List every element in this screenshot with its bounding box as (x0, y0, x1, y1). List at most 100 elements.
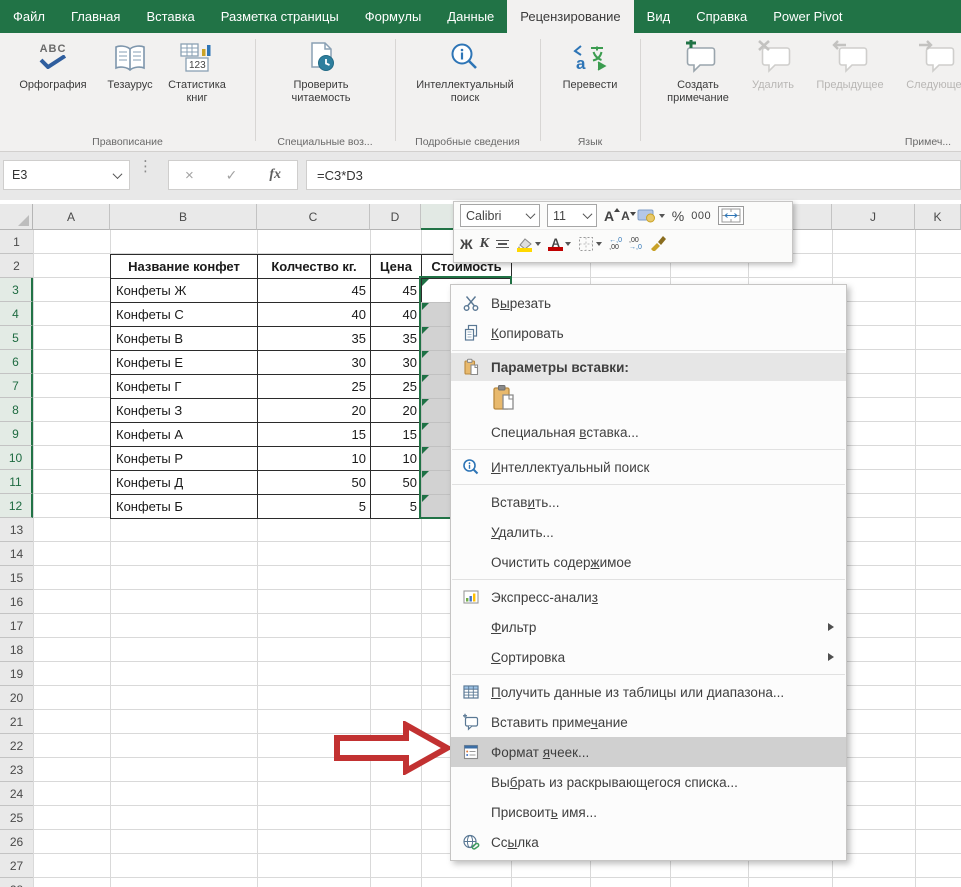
tab-home[interactable]: Главная (58, 0, 133, 33)
menu-item-define-name[interactable]: Присвоить имя... (451, 797, 846, 827)
italic-button[interactable]: К (480, 236, 490, 252)
table-cell[interactable]: 35 (371, 327, 422, 351)
table-cell[interactable]: 50 (371, 471, 422, 495)
column-header-D[interactable]: D (370, 204, 421, 230)
table-cell[interactable]: 40 (258, 303, 371, 327)
menu-item-link[interactable]: Ссылка (451, 827, 846, 857)
row-header-28[interactable]: 28 (0, 878, 33, 887)
tab-formulas[interactable]: Формулы (352, 0, 435, 33)
tab-file[interactable]: Файл (0, 0, 58, 33)
menu-item-format-cells[interactable]: Формат ячеек... (451, 737, 846, 767)
row-header-2[interactable]: 2 (0, 254, 33, 278)
menu-item-filter[interactable]: Фильтр (451, 612, 846, 642)
menu-item-delete[interactable]: Удалить... (451, 517, 846, 547)
table-cell[interactable]: 30 (371, 351, 422, 375)
percent-style-button[interactable]: % (672, 208, 684, 224)
table-cell[interactable]: Конфеты Д (111, 471, 258, 495)
table-cell[interactable]: 45 (371, 279, 422, 303)
tab-power-pivot[interactable]: Power Pivot (760, 0, 855, 33)
row-header-15[interactable]: 15 (0, 566, 33, 590)
select-all-corner[interactable] (0, 204, 33, 230)
merge-cells-button[interactable] (718, 206, 744, 225)
row-header-27[interactable]: 27 (0, 854, 33, 878)
tab-data[interactable]: Данные (434, 0, 507, 33)
table-cell[interactable]: Конфеты С (111, 303, 258, 327)
menu-item-special-paste[interactable]: Специальная вставка... (451, 417, 846, 447)
table-cell[interactable]: 10 (371, 447, 422, 471)
column-header-K[interactable]: K (915, 204, 961, 230)
row-header-20[interactable]: 20 (0, 686, 33, 710)
table-cell[interactable]: Конфеты Б (111, 495, 258, 519)
row-header-1[interactable]: 1 (0, 230, 33, 254)
translate-button[interactable]: a Перевести (553, 37, 627, 92)
borders-button[interactable] (578, 236, 602, 252)
tab-insert[interactable]: Вставка (133, 0, 207, 33)
menu-item-get-data[interactable]: Получить данные из таблицы или диапазона… (451, 677, 846, 707)
column-header-B[interactable]: B (110, 204, 257, 230)
row-header-18[interactable]: 18 (0, 638, 33, 662)
smart-lookup-button[interactable]: Интеллектуальный поиск (400, 37, 530, 105)
menu-item-copy[interactable]: Копировать (451, 318, 846, 348)
menu-item-clear-contents[interactable]: Очистить содержимое (451, 547, 846, 577)
table-cell[interactable]: 15 (258, 423, 371, 447)
increase-decimal-button[interactable]: ,00→,0 (629, 237, 642, 251)
table-cell[interactable]: Конфеты Ж (111, 279, 258, 303)
check-readability-button[interactable]: Проверить читаемость (277, 37, 365, 105)
table-cell[interactable]: 10 (258, 447, 371, 471)
table-cell[interactable]: 50 (258, 471, 371, 495)
tab-page-layout[interactable]: Разметка страницы (208, 0, 352, 33)
fill-color-button[interactable] (516, 237, 541, 252)
menu-item-sort[interactable]: Сортировка (451, 642, 846, 672)
column-header-C[interactable]: C (257, 204, 370, 230)
row-header-12[interactable]: 12 (0, 494, 33, 518)
table-header-cell[interactable]: Колчество кг. (258, 255, 371, 279)
row-header-4[interactable]: 4 (0, 302, 33, 326)
row-header-11[interactable]: 11 (0, 470, 33, 494)
shrink-font-button[interactable]: A (621, 209, 630, 223)
menu-item-cut[interactable]: Вырезать (451, 288, 846, 318)
bold-button[interactable]: Ж (460, 236, 473, 252)
row-header-25[interactable]: 25 (0, 806, 33, 830)
decrease-decimal-button[interactable]: ←,0,00 (609, 237, 622, 251)
tab-review[interactable]: Рецензирование (507, 0, 633, 33)
table-cell[interactable]: Конфеты З (111, 399, 258, 423)
table-cell[interactable]: 5 (371, 495, 422, 519)
table-cell[interactable]: 40 (371, 303, 422, 327)
row-header-5[interactable]: 5 (0, 326, 33, 350)
table-cell[interactable]: 5 (258, 495, 371, 519)
row-header-14[interactable]: 14 (0, 542, 33, 566)
center-align-button[interactable] (496, 238, 509, 251)
row-header-17[interactable]: 17 (0, 614, 33, 638)
row-header-16[interactable]: 16 (0, 590, 33, 614)
table-cell[interactable]: 30 (258, 351, 371, 375)
table-cell[interactable]: Конфеты В (111, 327, 258, 351)
tab-view[interactable]: Вид (634, 0, 684, 33)
formula-input[interactable]: =C3*D3 (306, 160, 961, 190)
accounting-format-button[interactable] (637, 208, 665, 223)
font-name-select[interactable]: Calibri (460, 204, 540, 227)
paste-option-button[interactable] (491, 384, 517, 415)
row-header-3[interactable]: 3 (0, 278, 33, 302)
row-header-10[interactable]: 10 (0, 446, 33, 470)
row-header-7[interactable]: 7 (0, 374, 33, 398)
table-cell[interactable]: 15 (371, 423, 422, 447)
table-cell[interactable]: 20 (371, 399, 422, 423)
row-header-19[interactable]: 19 (0, 662, 33, 686)
table-cell[interactable]: Конфеты Г (111, 375, 258, 399)
table-cell[interactable]: 25 (258, 375, 371, 399)
tab-help[interactable]: Справка (683, 0, 760, 33)
row-header-24[interactable]: 24 (0, 782, 33, 806)
comma-style-button[interactable]: 000 (691, 210, 711, 222)
row-header-13[interactable]: 13 (0, 518, 33, 542)
menu-item-choose-from-list[interactable]: Выбрать из раскрывающегося списка... (451, 767, 846, 797)
table-cell[interactable]: 25 (371, 375, 422, 399)
row-header-26[interactable]: 26 (0, 830, 33, 854)
cancel-icon[interactable]: × (185, 167, 194, 184)
menu-item-paste-options[interactable]: Параметры вставки: (451, 353, 846, 381)
menu-item-insert[interactable]: Вставить... (451, 487, 846, 517)
new-comment-button[interactable]: Создать примечание (654, 37, 742, 105)
menu-item-smart-lookup[interactable]: Интеллектуальный поиск (451, 452, 846, 482)
font-size-select[interactable]: 11 (547, 204, 597, 227)
thesaurus-button[interactable]: Тезаурус (98, 37, 162, 92)
insert-function-icon[interactable]: fx (269, 167, 281, 183)
